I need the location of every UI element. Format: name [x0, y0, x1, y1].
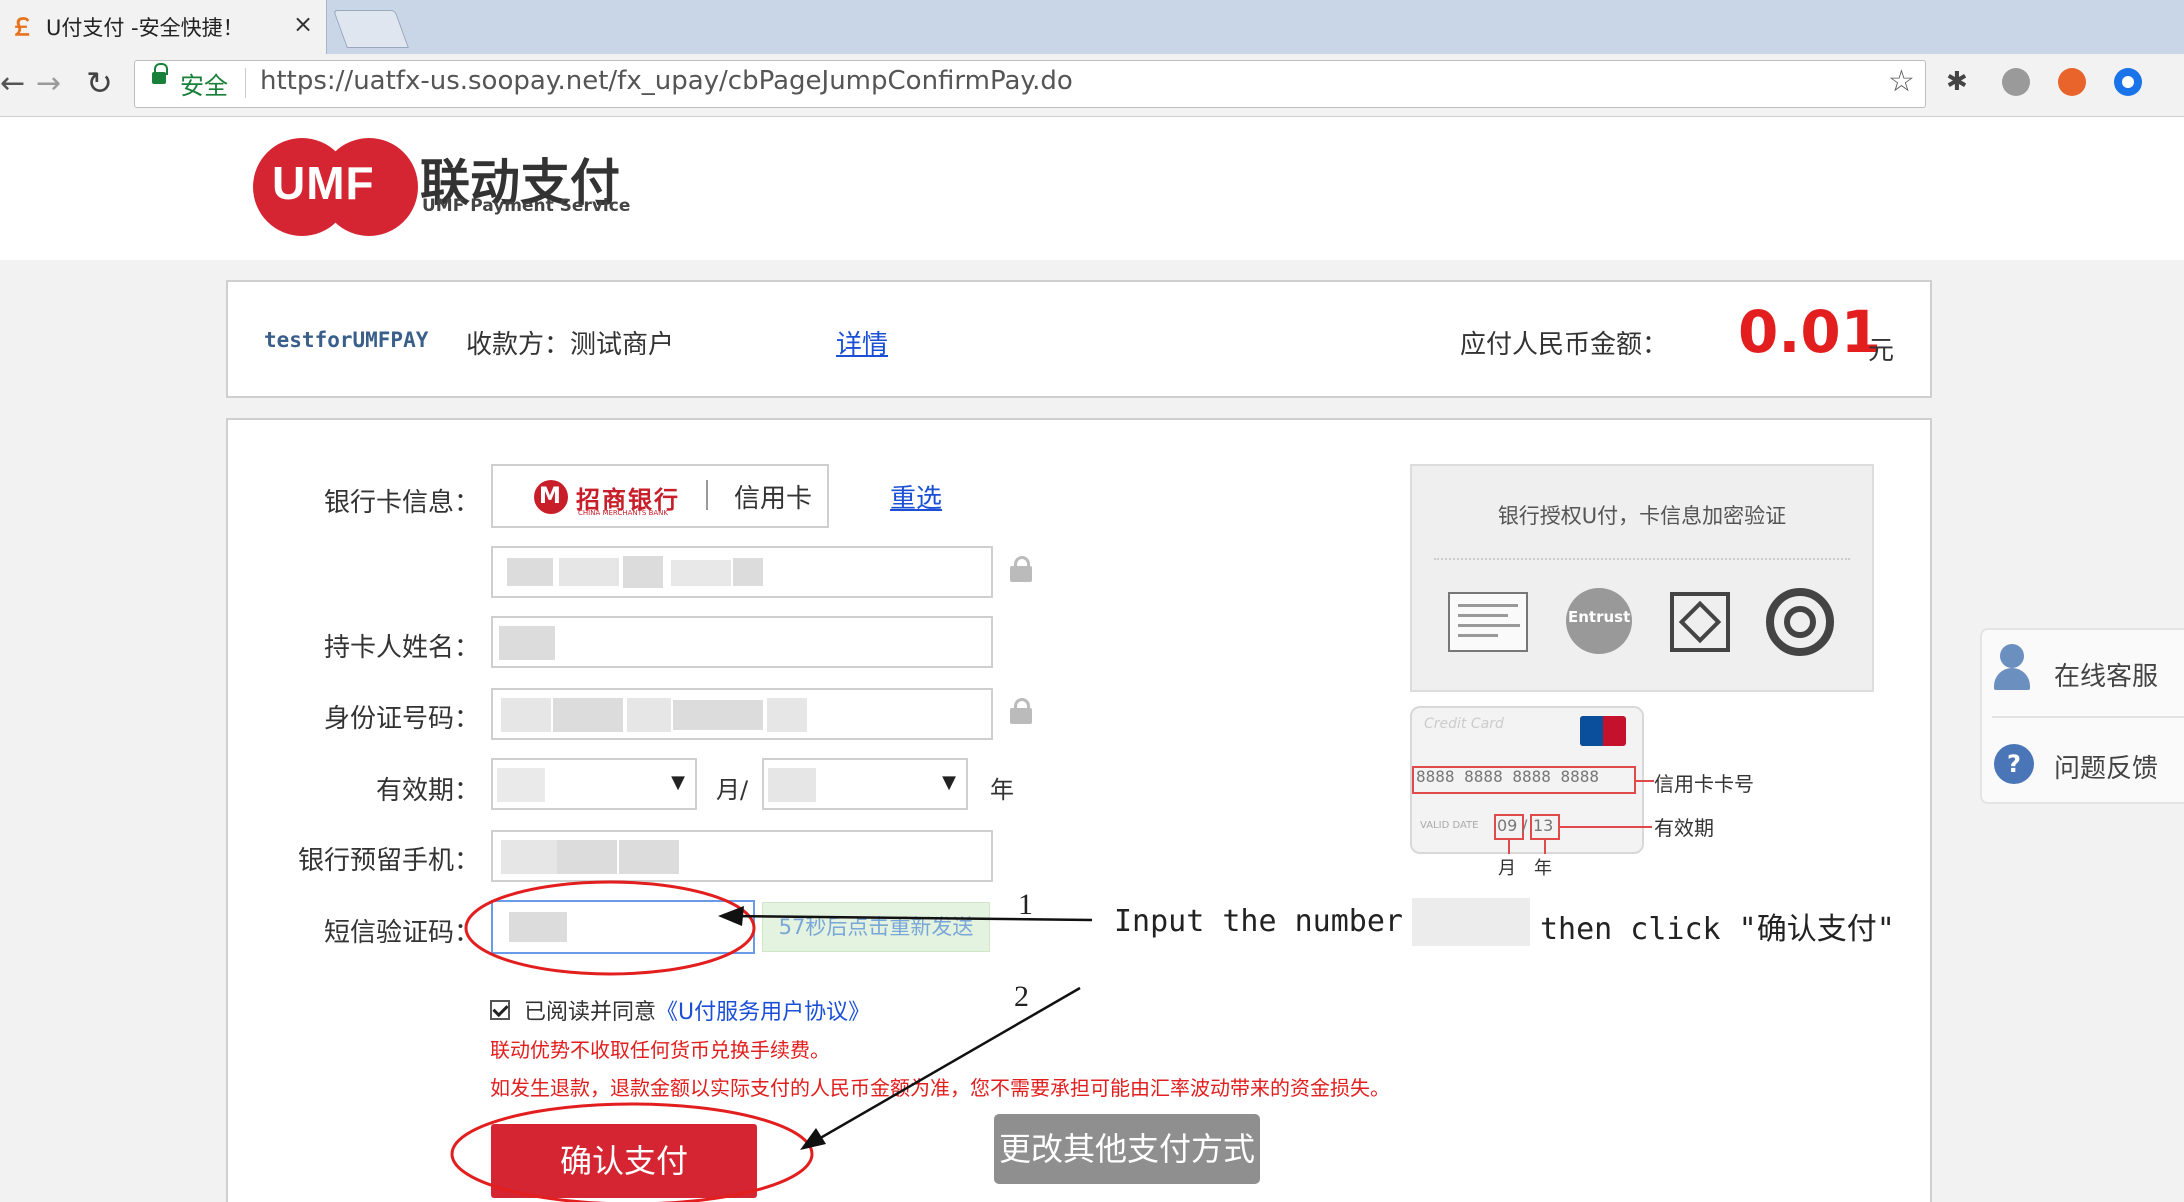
forward-arrow-icon[interactable]: → [36, 66, 61, 101]
security-title: 银行授权U付，卡信息加密验证 [1497, 504, 1787, 528]
cfca-icon [1670, 592, 1730, 652]
fee-notice: 联动优势不收取任何货币兑换手续费。 [490, 1038, 830, 1062]
secure-label: 安全 [180, 72, 228, 100]
card-number-pointer [1636, 780, 1654, 782]
confirm-pay-button[interactable]: 确认支付 [491, 1124, 757, 1198]
security-panel [1410, 464, 1874, 692]
expiry-year-select[interactable]: ▼ [762, 758, 968, 810]
amount-value: 0.01 [1738, 298, 1882, 366]
url-text[interactable]: https://uatfx-us.soopay.net/fx_upay/cbPa… [260, 66, 1073, 96]
expiry-month-select[interactable]: ▼ [491, 758, 697, 810]
card-type: 信用卡 [734, 484, 813, 514]
agree-checkbox[interactable] [490, 1000, 510, 1020]
extension-orange-icon[interactable] [2058, 68, 2086, 96]
expiry-caption: 有效期 [1654, 816, 1714, 840]
address-divider [245, 68, 246, 98]
tab-title: U付支付 -安全快捷！ [46, 16, 244, 40]
instruction-tail: then click "确认支付" [1540, 912, 1895, 947]
id-number-field[interactable] [491, 688, 993, 740]
close-tab-icon[interactable]: × [293, 10, 313, 38]
demo-exp-year: 13 [1533, 816, 1554, 835]
amount-label: 应付人民币金额： [1460, 330, 1669, 360]
validity-label: 有效期： [375, 776, 480, 806]
order-id: testforUMFPAY [264, 328, 429, 352]
amount-unit: 元 [1868, 336, 1895, 366]
extension-globe-icon[interactable] [2002, 68, 2030, 96]
refund-notice: 如发生退款，退款金额以实际支付的人民币金额为准，您不需要承担可能由汇率波动带来的… [490, 1076, 1390, 1100]
feedback-link[interactable]: 问题反馈 [2054, 748, 2158, 785]
change-payment-method-button[interactable]: 更改其他支付方式 [994, 1114, 1260, 1184]
chevron-down-icon: ▼ [942, 772, 956, 793]
umf-logo: UMF [272, 157, 375, 209]
year-caption: 年 [1534, 858, 1552, 879]
lock-icon [1010, 698, 1032, 724]
demo-card-number: 8888 8888 8888 8888 [1416, 767, 1600, 786]
lock-icon [1010, 556, 1032, 582]
support-divider [1992, 716, 2184, 718]
phone-label: 银行预留手机： [297, 846, 480, 876]
feedback-icon: ? [1994, 744, 2034, 784]
card-illustration-label: Credit Card [1424, 716, 1504, 732]
security-divider [1434, 558, 1850, 560]
valid-date-label: VALID DATE [1420, 820, 1479, 831]
details-link[interactable]: 详情 [836, 324, 888, 361]
card-number-caption: 信用卡卡号 [1654, 772, 1754, 796]
star-icon[interactable]: ☆ [1888, 64, 1915, 99]
month-separator: 月/ [716, 776, 749, 804]
extension-blue-icon[interactable] [2114, 68, 2142, 96]
reload-icon[interactable]: ↻ [86, 64, 113, 102]
agreement-link[interactable]: 《U付服务用户协议》 [656, 994, 870, 1026]
step-1-label: 1 [1018, 888, 1033, 921]
bank-divider [706, 480, 708, 510]
step-2-label: 2 [1014, 980, 1029, 1013]
unionpay-icon [1580, 716, 1626, 746]
online-service-link[interactable]: 在线客服 [2054, 656, 2158, 693]
tab-strip [0, 0, 2184, 54]
id-number-label: 身份证号码： [323, 704, 480, 734]
agent-icon [2000, 644, 2024, 668]
entrust-label: Entrust [1568, 608, 1631, 626]
demo-exp-month: 09 [1497, 816, 1518, 835]
year-pointer [1544, 840, 1546, 854]
bank-card-label: 银行卡信息： [323, 488, 480, 518]
certificate-icon [1448, 592, 1528, 652]
brand-name-en: UMF Payment Service [422, 196, 631, 216]
payee: 收款方：测试商户 [466, 330, 675, 360]
favicon-icon: ￡ [10, 13, 34, 41]
card-number-field[interactable] [491, 546, 993, 598]
bank-name-en: CHINA MERCHANTS BANK [578, 509, 668, 517]
exp-slash: / [1522, 816, 1528, 835]
month-pointer [1508, 840, 1510, 854]
bank-logo-mark: M [539, 484, 561, 509]
lock-icon [152, 72, 166, 84]
expiry-pointer [1560, 826, 1652, 828]
chevron-down-icon: ▼ [671, 772, 685, 793]
resend-code-button[interactable]: 57秒后点击重新发送 [762, 902, 990, 952]
phone-field[interactable] [491, 830, 993, 882]
instruction-head: Input the number [1114, 904, 1403, 939]
agree-text: 已阅读并同意 [524, 1000, 657, 1025]
redacted-code [1412, 898, 1530, 946]
back-arrow-icon[interactable]: ← [0, 66, 25, 101]
reselect-link[interactable]: 重选 [890, 478, 942, 515]
year-suffix: 年 [990, 776, 1014, 804]
cardholder-name-field[interactable] [491, 616, 993, 668]
cardholder-label: 持卡人姓名： [323, 633, 480, 663]
sms-code-field[interactable] [491, 900, 755, 954]
month-caption: 月 [1498, 858, 1516, 879]
extension-puzzle-icon[interactable]: ✱ [1946, 68, 1974, 96]
circle-logo-icon [1766, 588, 1834, 656]
sms-code-label: 短信验证码： [323, 918, 480, 948]
